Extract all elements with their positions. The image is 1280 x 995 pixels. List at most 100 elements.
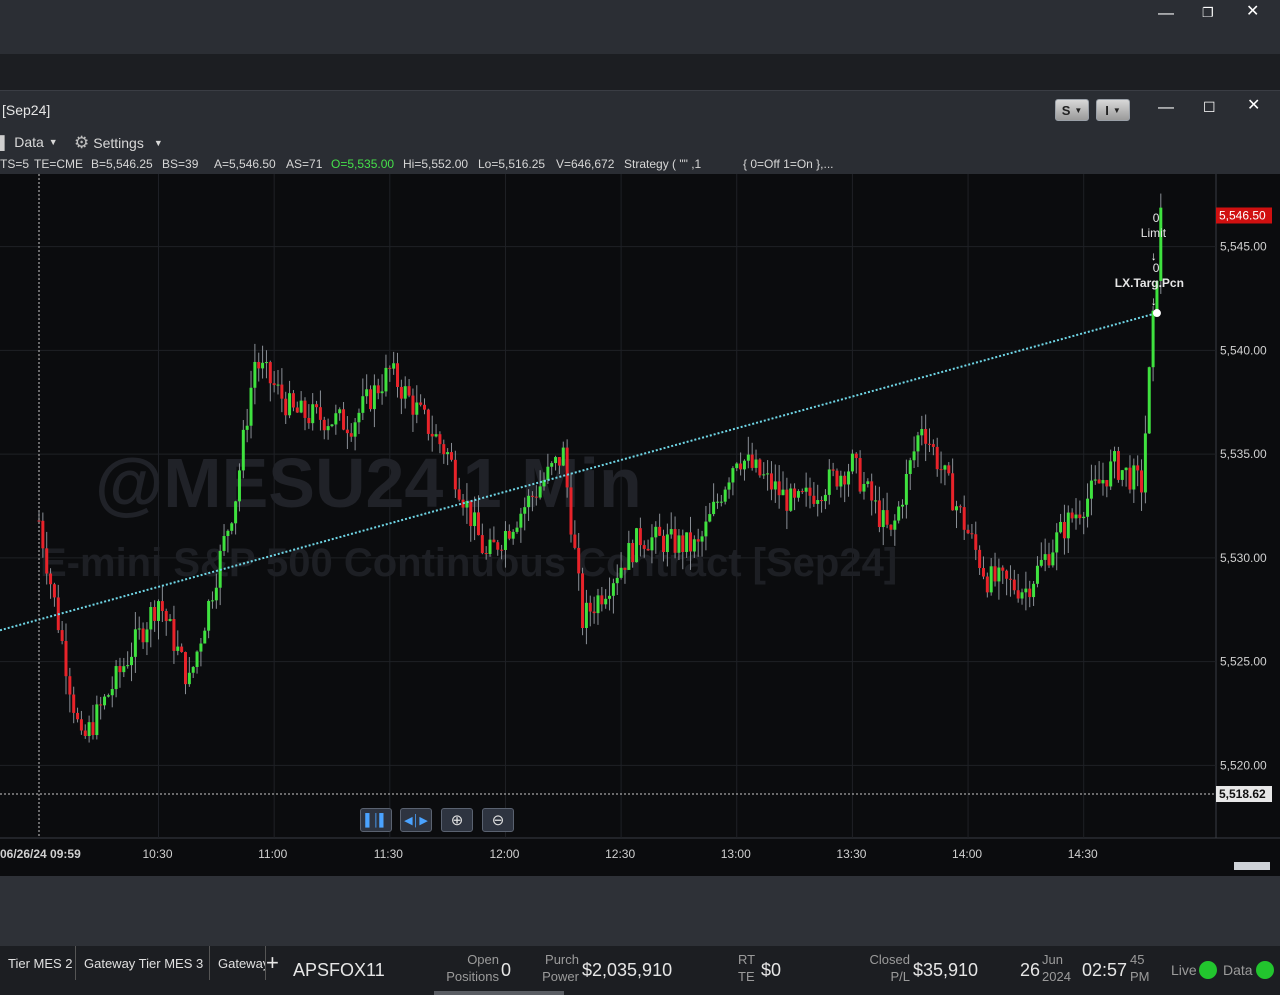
price-tick-label: 5,540.00 [1220, 343, 1267, 357]
candle-down [430, 433, 434, 437]
zoom-out-button[interactable]: ⊖ [482, 808, 514, 832]
candle-up [207, 600, 211, 631]
candle-up [708, 514, 712, 522]
candle-up [237, 470, 241, 502]
candle-up [210, 600, 214, 602]
candle-down [496, 542, 500, 550]
indicator-toggle-button[interactable]: I ▼ [1096, 99, 1130, 121]
status-bar-scroll-indicator [434, 991, 564, 995]
candle-down [581, 573, 585, 629]
candle-down [68, 676, 72, 695]
price-chart[interactable]: @MESU24 1 Min E-mini S&P 500 Continuous … [0, 174, 1280, 876]
settings-menu[interactable]: ⚙ Settings ▼ [74, 133, 163, 153]
candle-down [978, 549, 982, 569]
ts-value: TS=5 [0, 157, 30, 171]
candle-up [214, 587, 218, 601]
app-close-icon[interactable]: ✕ [1246, 4, 1259, 20]
candle-up [1055, 532, 1059, 553]
candle-up [149, 607, 153, 630]
candle-down [758, 459, 762, 476]
candle-down [52, 584, 56, 598]
add-tab-button[interactable]: + [266, 950, 279, 976]
candle-down [951, 473, 955, 511]
candle-up [897, 506, 901, 521]
live-status-icon [1199, 961, 1217, 979]
chart-title-bar: [Sep24] S ▼ I ▼ — ☐ ✕ [0, 91, 1280, 129]
candle-up [604, 598, 608, 605]
candle-up [773, 481, 777, 490]
zoom-in-button[interactable]: ⊕ [441, 808, 473, 832]
candle-up [353, 422, 357, 437]
candle-up [1143, 433, 1147, 493]
candle-down [1105, 480, 1109, 487]
time-tick-label: 13:00 [721, 847, 751, 861]
watermark-symbol: @MESU24 1 Min [95, 444, 642, 522]
candle-up [276, 384, 280, 386]
candle-down [172, 618, 176, 651]
candle-down [411, 395, 415, 415]
expand-bars-icon: ◀│▶ [404, 814, 428, 827]
candle-down [423, 404, 426, 410]
candle-up [1086, 498, 1090, 517]
candle-up [511, 531, 515, 539]
status-bar: Tier MES 2 Gateway Tier MES 3 Gateway + … [0, 946, 1280, 995]
candle-up [515, 527, 519, 532]
date-year: 2024 [1042, 969, 1071, 984]
candle-up [804, 487, 808, 492]
gear-icon: ⚙ [74, 133, 90, 152]
candle-down [820, 500, 824, 502]
candle-up [87, 722, 91, 736]
candle-down [41, 520, 45, 549]
candle-down [800, 491, 804, 493]
candle-down [322, 419, 326, 431]
workspace-tab[interactable]: Gateway Tier MES 3 [76, 946, 210, 980]
candle-up [1066, 512, 1070, 539]
candle-down [642, 545, 646, 549]
price-tick-label: 5,525.00 [1220, 655, 1267, 669]
data-menu[interactable]: ▌ Data ▼ [0, 134, 58, 150]
candle-up [997, 567, 1001, 582]
rt-label-line1: RT [738, 952, 756, 967]
app-restore-icon[interactable]: ❐ [1202, 5, 1214, 21]
chart-minimize-icon[interactable]: — [1158, 100, 1174, 116]
bid-value: B=5,546.25 [91, 157, 153, 171]
candle-down [600, 595, 604, 605]
candle-down [272, 383, 276, 386]
horizontal-scrollbar-thumb[interactable] [1234, 862, 1270, 870]
candle-down [750, 454, 754, 468]
candle-down [388, 367, 392, 369]
candle-up [1124, 467, 1128, 471]
clock-time: 02:57 [1082, 960, 1128, 980]
candle-down [426, 409, 430, 434]
candle-up [712, 501, 716, 515]
candle-up [561, 447, 565, 466]
candle-down [769, 473, 773, 490]
candle-up [1159, 207, 1163, 281]
expand-bars-button[interactable]: ◀│▶ [400, 808, 432, 832]
candle-up [827, 469, 831, 495]
candle-up [692, 539, 696, 552]
chart-close-icon[interactable]: ✕ [1247, 98, 1260, 114]
candle-up [1051, 552, 1055, 566]
candle-up [916, 435, 920, 452]
bid-size-value: BS=39 [162, 157, 199, 171]
plus-icon: + [266, 950, 279, 975]
candle-down [966, 529, 970, 534]
candle-up [746, 454, 750, 461]
candle-down [291, 393, 295, 408]
candle-up [823, 494, 827, 502]
workspace-tab[interactable]: Tier MES 2 [0, 946, 76, 980]
strategy-toggle-button[interactable]: S ▼ [1055, 99, 1089, 121]
candle-up [796, 491, 800, 498]
candle-up [203, 630, 207, 644]
chart-maximize-icon[interactable]: ☐ [1203, 99, 1216, 115]
workspace-tab[interactable]: Gateway [210, 946, 266, 980]
candle-up [1024, 588, 1028, 593]
scroll-left-button[interactable]: ▌│▌ [360, 808, 392, 832]
candle-down [396, 363, 400, 387]
candle-down [858, 458, 862, 492]
app-minimize-icon[interactable]: — [1158, 6, 1174, 22]
candle-up [241, 429, 245, 471]
candle-down [947, 465, 951, 474]
time-tick-label: 10:30 [143, 847, 173, 861]
